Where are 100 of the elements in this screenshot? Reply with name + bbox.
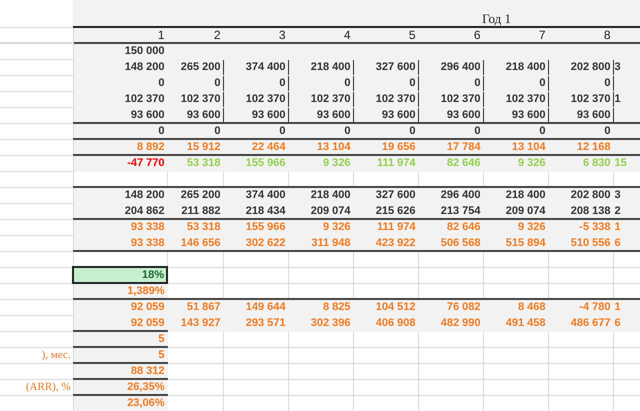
table-cell: 111 974	[353, 155, 418, 171]
table-cell: 104 512	[353, 299, 418, 315]
table-cell: 491 458	[483, 315, 548, 331]
table-cell: 9 326	[288, 219, 353, 235]
table-cell: 202 800	[548, 187, 613, 203]
table-cell: 8 892	[73, 139, 167, 155]
table-cell: 374 400	[223, 187, 288, 203]
table-cell: 0	[483, 123, 548, 139]
column-header: 7	[483, 27, 548, 43]
table-cell: 9 326	[483, 155, 548, 171]
table-cell: 18%	[73, 267, 167, 283]
table-cell: 1	[613, 219, 640, 235]
table-cell: 0	[167, 123, 223, 139]
table-cell: 374 400	[223, 59, 288, 75]
table-cell: 0	[167, 75, 223, 91]
table-cell: 3	[613, 187, 640, 203]
table-cell: 102 370	[483, 91, 548, 107]
table-cell: 6	[613, 315, 640, 331]
table-cell: 202 800	[548, 59, 613, 75]
table-cell: 12 168	[548, 139, 613, 155]
table-cell: 0	[548, 75, 613, 91]
table-cell: 150 000	[73, 43, 167, 59]
column-header: 4	[288, 27, 353, 43]
table-cell: 0	[353, 123, 418, 139]
table-cell: -5 338	[548, 219, 613, 235]
table-cell: 265 200	[167, 187, 223, 203]
row-label: ), мес.	[0, 347, 73, 363]
column-header: 5	[353, 27, 418, 43]
table-cell: 88 312	[73, 363, 167, 379]
table-cell: 5	[73, 347, 167, 363]
table-cell: 155 966	[223, 219, 288, 235]
table-cell: 155 966	[223, 155, 288, 171]
column-header: 8	[548, 27, 613, 43]
column-header: 2	[167, 27, 223, 43]
table-cell: 76 082	[418, 299, 483, 315]
table-cell: 149 644	[223, 299, 288, 315]
table-cell: 218 400	[483, 59, 548, 75]
table-cell: 1	[613, 91, 640, 107]
table-cell: 296 400	[418, 187, 483, 203]
table-cell: 102 370	[223, 91, 288, 107]
table-cell: 0	[288, 123, 353, 139]
table-cell: 0	[548, 123, 613, 139]
table-cell: 111 974	[353, 219, 418, 235]
table-cell: 6 830	[548, 155, 613, 171]
column-header: 6	[418, 27, 483, 43]
table-cell: 327 600	[353, 187, 418, 203]
table-cell: 82 646	[418, 155, 483, 171]
table-cell: 1	[613, 299, 640, 315]
table-cell: 148 200	[73, 59, 167, 75]
table-cell: 8 468	[483, 299, 548, 315]
table-cell: 0	[223, 75, 288, 91]
table-cell: 296 400	[418, 59, 483, 75]
table-cell: 0	[73, 123, 167, 139]
table-cell: 51 867	[167, 299, 223, 315]
table-cell: 17 784	[418, 139, 483, 155]
table-cell: 0	[223, 123, 288, 139]
table-cell: 406 908	[353, 315, 418, 331]
table-cell: 218 400	[288, 59, 353, 75]
table-cell: 327 600	[353, 59, 418, 75]
table-cell: 0	[483, 75, 548, 91]
table-cell: 19 656	[353, 139, 418, 155]
table-cell: 92 059	[73, 299, 167, 315]
table-cell: 302 396	[288, 315, 353, 331]
table-cell: 82 646	[418, 219, 483, 235]
table-cell: 102 370	[288, 91, 353, 107]
table-cell: 23,06%	[73, 395, 167, 411]
column-header: 1	[73, 27, 167, 43]
column-header: 3	[223, 27, 288, 43]
table-cell: 102 370	[353, 91, 418, 107]
table-cell: 0	[288, 75, 353, 91]
table-cell: 486 677	[548, 315, 613, 331]
table-cell: 9 326	[288, 155, 353, 171]
table-cell: 102 370	[167, 91, 223, 107]
table-cell: 13 104	[288, 139, 353, 155]
table-cell: -4 780	[548, 299, 613, 315]
table-cell: 102 370	[548, 91, 613, 107]
table-cell: 218 400	[288, 187, 353, 203]
table-cell: -47 770	[73, 155, 167, 171]
table-cell: 5	[73, 331, 167, 347]
table-cell: 26,35%	[73, 379, 167, 395]
table-cell: 102 370	[418, 91, 483, 107]
table-cell: 218 400	[483, 187, 548, 203]
table-cell: 53 318	[167, 219, 223, 235]
table-cell: 0	[353, 75, 418, 91]
table-cell: 482 990	[418, 315, 483, 331]
table-cell: 53 318	[167, 155, 223, 171]
table-cell: 0	[73, 75, 167, 91]
table-cell: 8 825	[288, 299, 353, 315]
table-cell: 265 200	[167, 59, 223, 75]
table-cell: 102 370	[73, 91, 167, 107]
table-cell: 22 464	[223, 139, 288, 155]
table-cell: 293 571	[223, 315, 288, 331]
table-cell: 13 104	[483, 139, 548, 155]
table-cell: 9 326	[483, 219, 548, 235]
table-cell: 0	[418, 75, 483, 91]
table-cell: 3	[613, 59, 640, 75]
table-cell: 15 912	[167, 139, 223, 155]
table-cell: 148 200	[73, 187, 167, 203]
table-cell: 15	[613, 155, 640, 171]
table-cell: 93 338	[73, 219, 167, 235]
